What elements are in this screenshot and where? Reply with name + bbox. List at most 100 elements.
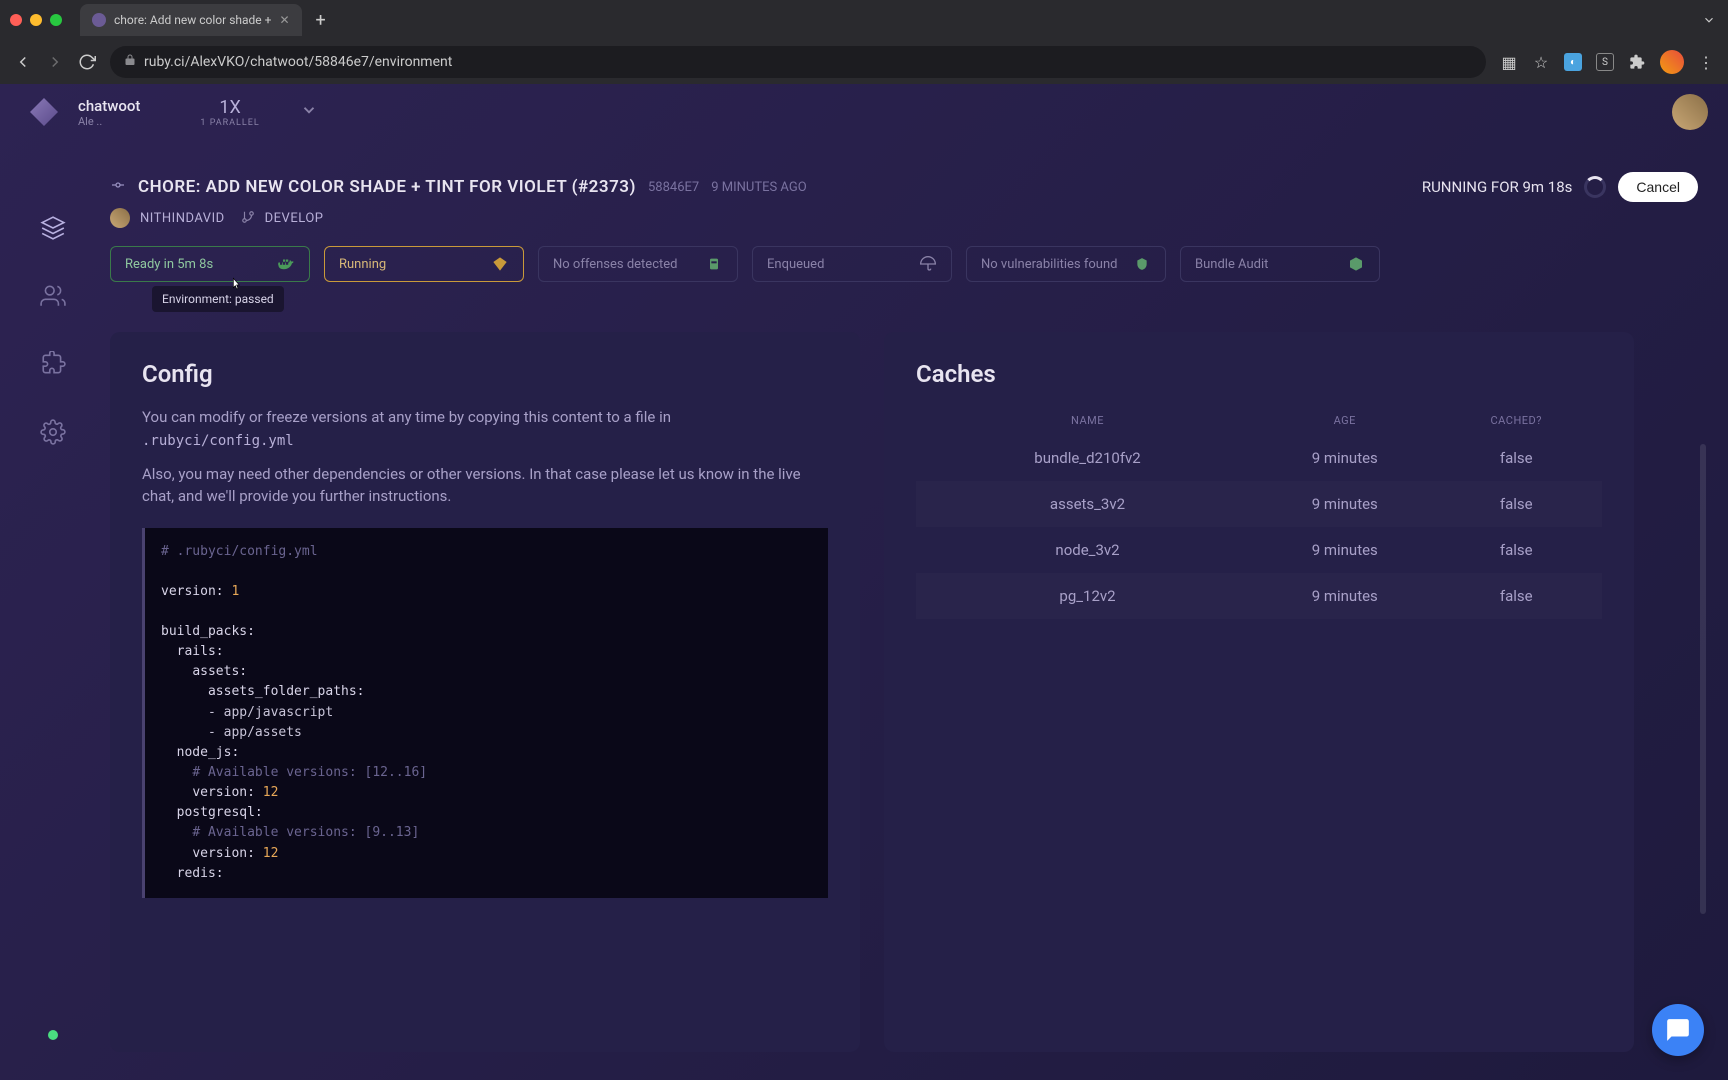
tab-bar: chore: Add new color shade + ✕ +: [0, 0, 1728, 40]
cache-name: node_3v2: [916, 541, 1259, 559]
tab-environment[interactable]: Ready in 5m 8s: [110, 246, 310, 282]
url-bar[interactable]: ruby.ci/AlexVKO/chatwoot/58846e7/environ…: [110, 46, 1486, 78]
parallel-info: 1X 1 PARALLEL: [200, 97, 259, 128]
bookmark-star-icon[interactable]: ☆: [1532, 53, 1550, 71]
tab-brakeman[interactable]: No vulnerabilities found: [966, 246, 1166, 282]
content: CHORE: ADD NEW COLOR SHADE + TINT FOR VI…: [86, 154, 1708, 1070]
chat-button[interactable]: [1652, 1004, 1704, 1056]
nav-bar: ruby.ci/AlexVKO/chatwoot/58846e7/environ…: [0, 40, 1728, 84]
branch-icon: [241, 209, 255, 228]
config-desc2: Also, you may need other dependencies or…: [142, 463, 828, 508]
extensions-puzzle-icon[interactable]: [1628, 53, 1646, 71]
build-meta: NITHINDAVID DEVELOP: [110, 208, 1698, 228]
spinner-icon: [1584, 176, 1606, 198]
forward-button[interactable]: [46, 53, 64, 71]
caches-panel: Caches NAME AGE CACHED? bundle_d210fv2 9…: [884, 332, 1634, 1052]
th-cached: CACHED?: [1431, 414, 1603, 427]
project-name: chatwoot: [78, 97, 140, 115]
browser-tab[interactable]: chore: Add new color shade + ✕: [80, 4, 302, 36]
config-path: .rubyci/config.yml: [142, 433, 828, 449]
cancel-button[interactable]: Cancel: [1618, 172, 1698, 202]
tab-label: Running: [339, 257, 386, 272]
author-avatar: [110, 208, 130, 228]
umbrella-icon: [919, 255, 937, 273]
cache-cached: false: [1431, 541, 1603, 559]
window-controls: [10, 14, 62, 26]
parallel-label: 1 PARALLEL: [200, 118, 259, 128]
config-title: Config: [142, 360, 828, 388]
close-window-button[interactable]: [10, 14, 22, 26]
nav-icons: ▦ ☆ ◐ S ⋮: [1500, 50, 1714, 74]
parallel-count: 1X: [219, 97, 240, 118]
project-info[interactable]: chatwoot Ale ..: [78, 97, 140, 128]
cache-age: 9 minutes: [1259, 449, 1431, 467]
ruby-icon: [491, 255, 509, 273]
scrollbar[interactable]: [1700, 444, 1706, 914]
back-button[interactable]: [14, 53, 32, 71]
tab-label: Bundle Audit: [1195, 257, 1268, 272]
tab-label: No offenses detected: [553, 257, 677, 272]
build-title: CHORE: ADD NEW COLOR SHADE + TINT FOR VI…: [138, 177, 636, 197]
profile-avatar[interactable]: [1660, 50, 1684, 74]
status-tabs: Ready in 5m 8s Running No offenses detec…: [110, 246, 1698, 282]
running-info: RUNNING FOR 9m 18s Cancel: [1422, 172, 1698, 202]
tab-coverage[interactable]: Enqueued: [752, 246, 952, 282]
status-indicator-icon: [48, 1030, 58, 1040]
user-avatar[interactable]: [1672, 94, 1708, 130]
build-time: 9 MINUTES AGO: [711, 180, 806, 195]
reload-button[interactable]: [78, 53, 96, 71]
package-icon: [1347, 255, 1365, 273]
rubocop-icon: [705, 255, 723, 273]
cache-name: assets_3v2: [916, 495, 1259, 513]
th-name: NAME: [916, 414, 1259, 427]
caches-title: Caches: [916, 360, 1602, 388]
tab-rubocop[interactable]: No offenses detected: [538, 246, 738, 282]
config-panel: Config You can modify or freeze versions…: [110, 332, 860, 1052]
table-row: node_3v2 9 minutes false: [916, 527, 1602, 573]
config-desc1: You can modify or freeze versions at any…: [142, 406, 828, 429]
sidebar: [20, 154, 86, 1070]
build-hash: 58846E7: [648, 180, 699, 195]
project-dropdown[interactable]: [300, 101, 318, 123]
cache-age: 9 minutes: [1259, 495, 1431, 513]
cache-name: pg_12v2: [916, 587, 1259, 605]
table-row: pg_12v2 9 minutes false: [916, 573, 1602, 619]
app: chatwoot Ale .. 1X 1 PARALLEL: [0, 84, 1728, 1080]
main-area: CHORE: ADD NEW COLOR SHADE + TINT FOR VI…: [20, 154, 1708, 1070]
maximize-window-button[interactable]: [50, 14, 62, 26]
table-row: assets_3v2 9 minutes false: [916, 481, 1602, 527]
cache-name: bundle_d210fv2: [916, 449, 1259, 467]
menu-dots-icon[interactable]: ⋮: [1698, 53, 1714, 72]
extension-icon-1[interactable]: ◐: [1564, 53, 1582, 71]
shield-icon: [1133, 255, 1151, 273]
top-bar: chatwoot Ale .. 1X 1 PARALLEL: [0, 84, 1728, 140]
cache-table: NAME AGE CACHED? bundle_d210fv2 9 minute…: [916, 406, 1602, 619]
sidebar-item-puzzle[interactable]: [39, 350, 67, 378]
tooltip: Environment: passed: [152, 286, 284, 312]
tab-bundle-audit[interactable]: Bundle Audit: [1180, 246, 1380, 282]
new-tab-button[interactable]: +: [310, 10, 332, 31]
config-code[interactable]: # .rubyci/config.yml version: 1 build_pa…: [142, 528, 828, 898]
extension-icon-2[interactable]: S: [1596, 53, 1614, 71]
browser-chrome: chore: Add new color shade + ✕ + ruby.ci…: [0, 0, 1728, 84]
close-tab-button[interactable]: ✕: [279, 13, 289, 27]
docker-icon: [277, 255, 295, 273]
sidebar-item-settings[interactable]: [39, 418, 67, 446]
panels: Config You can modify or freeze versions…: [110, 332, 1698, 1052]
tab-dropdown-icon[interactable]: [1700, 11, 1718, 29]
minimize-window-button[interactable]: [30, 14, 42, 26]
tab-tests[interactable]: Running: [324, 246, 524, 282]
running-text: RUNNING FOR 9m 18s: [1422, 178, 1573, 196]
qr-icon[interactable]: ▦: [1500, 53, 1518, 71]
cache-age: 9 minutes: [1259, 541, 1431, 559]
tab-label: Ready in 5m 8s: [125, 257, 213, 272]
build-header: CHORE: ADD NEW COLOR SHADE + TINT FOR VI…: [110, 172, 1698, 202]
cache-age: 9 minutes: [1259, 587, 1431, 605]
logo-icon[interactable]: [30, 98, 58, 126]
project-sub: Ale ..: [78, 115, 140, 128]
th-age: AGE: [1259, 414, 1431, 427]
sidebar-item-layers[interactable]: [39, 214, 67, 242]
author-name: NITHINDAVID: [140, 211, 225, 226]
tab-label: No vulnerabilities found: [981, 257, 1117, 272]
sidebar-item-users[interactable]: [39, 282, 67, 310]
